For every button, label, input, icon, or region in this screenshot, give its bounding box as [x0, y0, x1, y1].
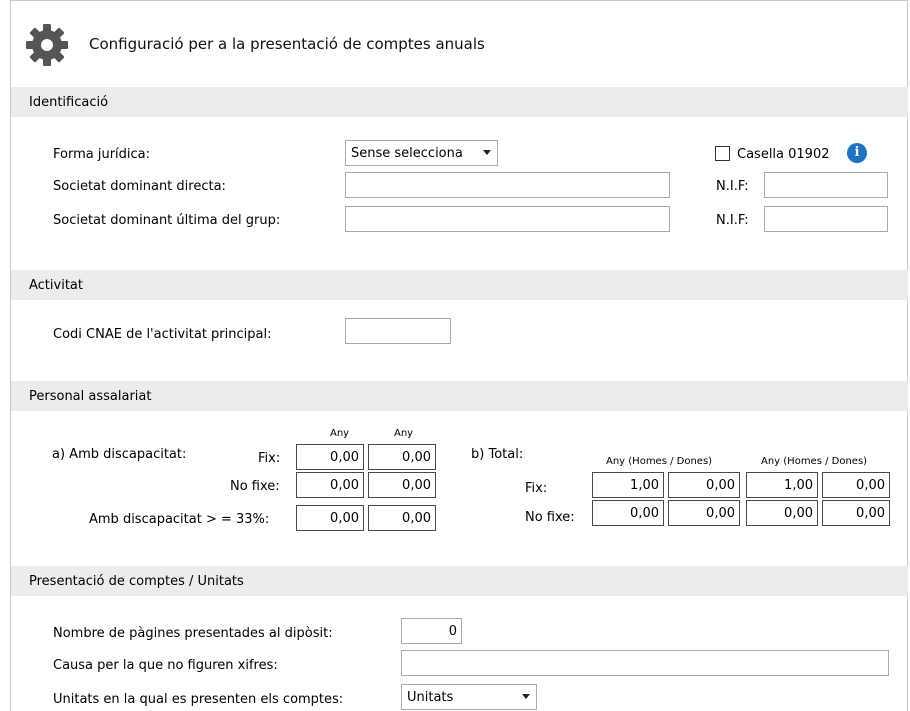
a-nofixe-label: No fixe:	[230, 479, 280, 494]
a-fix-any1[interactable]: 0,00	[296, 444, 364, 470]
disc33-label: Amb discapacitat > = 33%:	[89, 512, 270, 527]
b-nofixe-label: No fixe:	[525, 510, 575, 525]
nif-input-2[interactable]	[764, 206, 888, 232]
pagines-input[interactable]: 0	[401, 618, 462, 644]
section-activitat: Activitat	[11, 270, 908, 300]
b-nofixe-homes1[interactable]: 0,00	[592, 500, 664, 526]
unitats-value: Unitats	[407, 690, 454, 705]
chevron-down-icon	[483, 150, 491, 155]
nif-label-2: N.I.F:	[716, 213, 749, 228]
casella-01902-label: Casella 01902	[737, 147, 830, 162]
any-label-2: Any	[394, 428, 414, 439]
b-nofixe-dones1[interactable]: 0,00	[668, 500, 740, 526]
b-nofixe-dones2[interactable]: 0,00	[822, 500, 890, 526]
casella-01902-checkbox[interactable]	[715, 146, 730, 161]
page-title: Configuració per a la presentació de com…	[89, 35, 485, 53]
b-fix-label: Fix:	[525, 481, 548, 496]
unitats-label: Unitats en la qual es presenten els comp…	[53, 692, 344, 707]
section-identificacio: Identificació	[11, 87, 908, 117]
a-nofixe-any1[interactable]: 0,00	[296, 472, 364, 498]
section-presentacio: Presentació de comptes / Unitats	[11, 566, 908, 596]
nif-label-1: N.I.F:	[716, 179, 749, 194]
a-disc33-any2[interactable]: 0,00	[368, 505, 436, 531]
chevron-down-icon	[522, 694, 530, 699]
b-fix-dones1[interactable]: 0,00	[668, 472, 740, 498]
any-hd-label-2: Any (Homes / Dones)	[761, 456, 868, 467]
nif-input-1[interactable]	[764, 172, 888, 198]
b-fix-homes2[interactable]: 1,00	[746, 472, 818, 498]
section-personal: Personal assalariat	[11, 381, 908, 411]
total-label: b) Total:	[471, 447, 524, 462]
soc-ultima-label: Societat dominant última del grup:	[53, 213, 281, 228]
a-disc33-any1[interactable]: 0,00	[296, 505, 364, 531]
pagines-label: Nombre de pàgines presentades al dipòsit…	[53, 626, 333, 641]
b-nofixe-homes2[interactable]: 0,00	[746, 500, 818, 526]
cnae-input[interactable]	[345, 318, 451, 344]
any-label-1: Any	[330, 428, 350, 439]
causa-input[interactable]	[401, 650, 889, 676]
soc-directa-input[interactable]	[345, 172, 670, 198]
causa-label: Causa per la que no figuren xifres:	[53, 658, 278, 673]
a-fix-any2[interactable]: 0,00	[368, 444, 436, 470]
gear-icon	[26, 24, 68, 66]
forma-juridica-select[interactable]: Sense selecciona	[345, 140, 498, 166]
a-fix-label: Fix:	[258, 451, 281, 466]
info-icon[interactable]: i	[847, 143, 867, 163]
b-fix-dones2[interactable]: 0,00	[822, 472, 890, 498]
cnae-label: Codi CNAE de l'activitat principal:	[53, 327, 272, 342]
a-nofixe-any2[interactable]: 0,00	[368, 472, 436, 498]
forma-juridica-value: Sense selecciona	[351, 146, 463, 161]
any-hd-label-1: Any (Homes / Dones)	[606, 456, 713, 467]
soc-directa-label: Societat dominant directa:	[53, 179, 226, 194]
unitats-select[interactable]: Unitats	[401, 684, 537, 710]
amb-discapacitat-label: a) Amb discapacitat:	[52, 447, 187, 462]
b-fix-homes1[interactable]: 1,00	[592, 472, 664, 498]
forma-juridica-label: Forma jurídica:	[53, 147, 151, 162]
soc-ultima-input[interactable]	[345, 206, 670, 232]
